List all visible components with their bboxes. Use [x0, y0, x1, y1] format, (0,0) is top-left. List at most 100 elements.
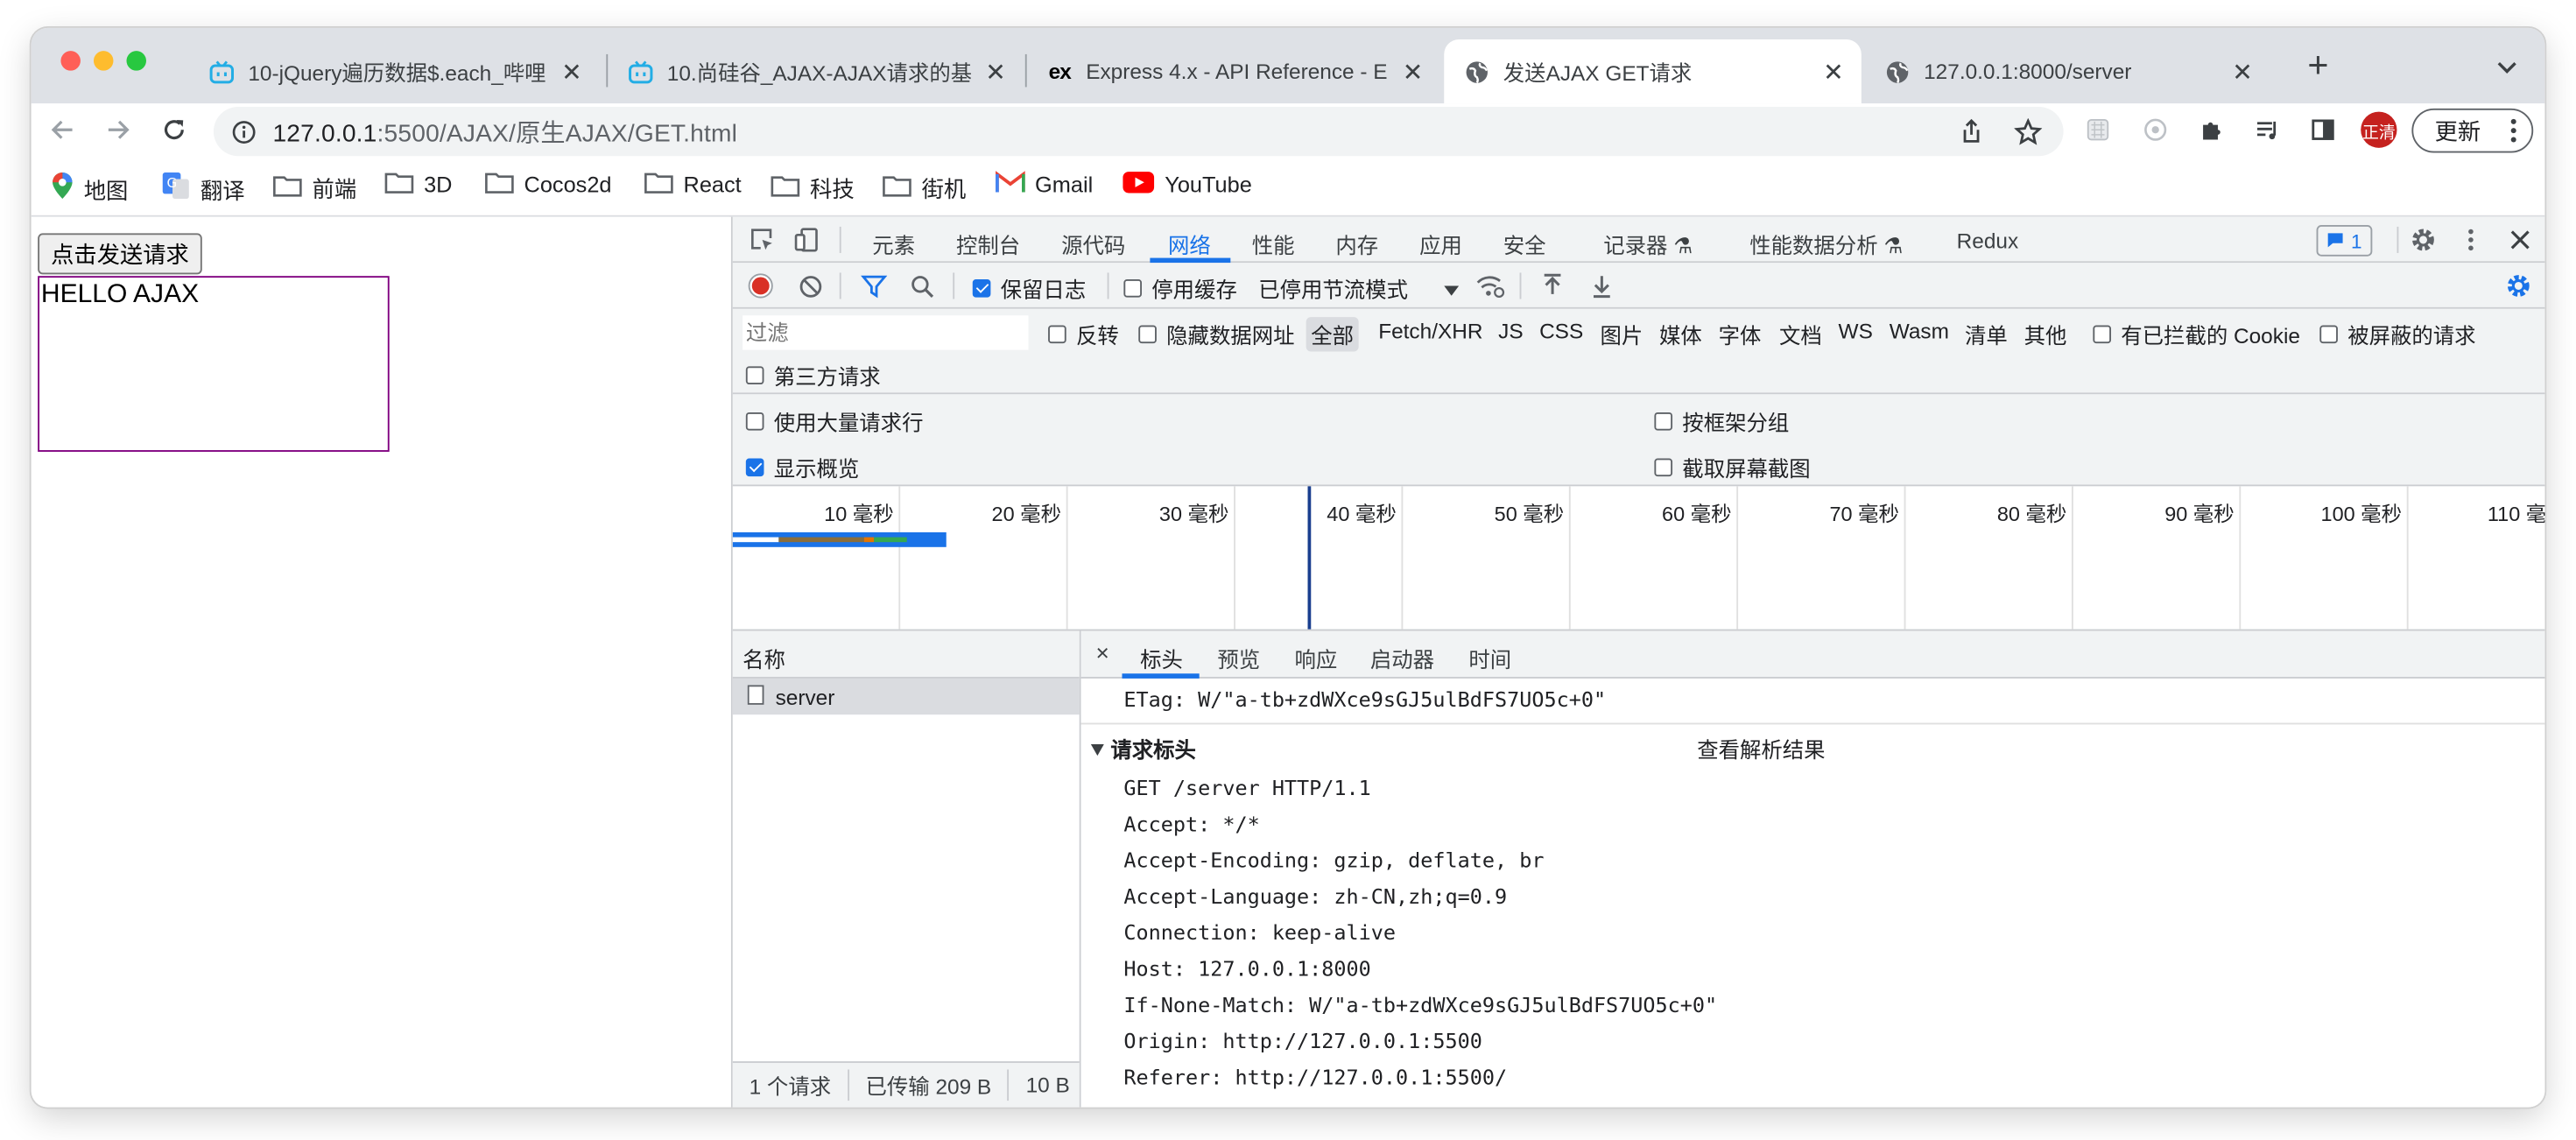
- minimize-window-button[interactable]: [93, 51, 114, 71]
- bookmark-maps[interactable]: 地图: [51, 171, 128, 205]
- reload-icon[interactable]: [158, 113, 191, 146]
- blocked-requests-checkbox[interactable]: 被屏蔽的请求: [2319, 319, 2476, 350]
- issues-badge[interactable]: 1: [2316, 225, 2372, 257]
- filter-type-img[interactable]: 图片: [1600, 319, 1643, 350]
- send-request-button[interactable]: 点击发送请求: [38, 233, 202, 275]
- group-by-frame-checkbox[interactable]: 按框架分组: [1654, 405, 1789, 437]
- bookmark-folder-frontend[interactable]: 前端: [272, 171, 356, 204]
- tab-memory[interactable]: 内存: [1335, 229, 1378, 260]
- preserve-log-checkbox[interactable]: 保留日志: [972, 272, 1086, 304]
- big-request-rows-checkbox[interactable]: 使用大量请求行: [745, 405, 923, 437]
- capture-screenshots-checkbox[interactable]: 截取屏幕截图: [1654, 452, 1811, 483]
- close-tab-icon[interactable]: ✕: [2231, 57, 2254, 87]
- filter-type-other[interactable]: 其他: [2024, 319, 2067, 350]
- tab-response[interactable]: 响应: [1295, 643, 1338, 674]
- request-row-server[interactable]: server: [732, 678, 1080, 715]
- network-settings-gear-icon[interactable]: [2502, 270, 2536, 303]
- close-window-button[interactable]: [60, 51, 81, 71]
- filter-type-all[interactable]: 全部: [1306, 317, 1359, 352]
- bookmark-folder-cocos2d[interactable]: Cocos2d: [485, 171, 612, 199]
- close-tab-icon[interactable]: ✕: [984, 57, 1007, 87]
- filter-type-css[interactable]: CSS: [1539, 319, 1583, 343]
- bookmark-youtube[interactable]: YouTube: [1122, 171, 1252, 199]
- tab-5[interactable]: 127.0.0.1:8000/server ✕: [1865, 39, 2270, 103]
- export-har-icon[interactable]: [1586, 270, 1619, 303]
- close-tab-icon[interactable]: ✕: [1401, 57, 1424, 87]
- filter-type-fetch-xhr[interactable]: Fetch/XHR: [1378, 319, 1482, 343]
- back-arrow-icon[interactable]: [46, 113, 80, 146]
- device-toolbar-icon[interactable]: [790, 223, 823, 257]
- tab-2[interactable]: 10.尚硅谷_AJAX-AJAX请求的基 ✕: [608, 39, 1024, 103]
- disable-cache-checkbox[interactable]: 停用缓存: [1123, 272, 1237, 304]
- filter-type-font[interactable]: 字体: [1719, 319, 1762, 350]
- tab-application[interactable]: 应用: [1419, 229, 1462, 260]
- gear-icon[interactable]: [2407, 223, 2440, 257]
- tab-sources[interactable]: 源代码: [1061, 229, 1125, 260]
- close-tab-icon[interactable]: ✕: [560, 57, 583, 87]
- bookmark-star-icon[interactable]: [2011, 115, 2045, 148]
- close-details-icon[interactable]: ×: [1095, 639, 1109, 665]
- filter-type-doc[interactable]: 文档: [1779, 319, 1822, 350]
- close-tab-icon[interactable]: ✕: [1822, 57, 1845, 87]
- filter-type-media[interactable]: 媒体: [1659, 319, 1702, 350]
- close-devtools-icon[interactable]: [2503, 223, 2537, 257]
- bookmark-folder-arcade[interactable]: 街机: [883, 171, 966, 204]
- puzzle-extensions-icon[interactable]: [2195, 113, 2228, 146]
- tab-4-active[interactable]: 发送AJAX GET请求 ✕: [1444, 39, 1862, 104]
- tab-3[interactable]: ex Express 4.x - API Reference - E ✕: [1027, 39, 1441, 103]
- extension-icon-2[interactable]: [2139, 113, 2172, 146]
- tab-recorder[interactable]: 记录器 ⚗: [1603, 229, 1693, 260]
- hide-data-urls-checkbox[interactable]: 隐藏数据网址: [1138, 319, 1295, 350]
- filter-type-ws[interactable]: WS: [1839, 319, 1873, 343]
- tab-headers[interactable]: 标头: [1140, 643, 1183, 674]
- throttling-select[interactable]: 已停用节流模式: [1258, 272, 1460, 304]
- tab-preview[interactable]: 预览: [1217, 643, 1260, 674]
- bookmark-folder-3d[interactable]: 3D: [384, 171, 452, 199]
- bookmark-folder-react[interactable]: React: [644, 171, 742, 199]
- record-button[interactable]: [744, 270, 778, 303]
- media-playlist-icon[interactable]: [2250, 113, 2284, 146]
- filter-input[interactable]: [743, 315, 1029, 350]
- share-icon[interactable]: [1955, 115, 1988, 148]
- address-bar[interactable]: 127.0.0.1:5500/AJAX/原生AJAX/GET.html: [213, 106, 2064, 157]
- info-icon[interactable]: [232, 119, 257, 144]
- show-overview-checkbox[interactable]: 显示概览: [745, 452, 859, 483]
- tab-redux[interactable]: Redux: [1957, 229, 2019, 253]
- side-panel-icon[interactable]: [2306, 113, 2340, 146]
- bookmark-translate[interactable]: G 翻译: [161, 171, 245, 205]
- filter-type-wasm[interactable]: Wasm: [1890, 319, 1949, 343]
- import-har-icon[interactable]: [1536, 270, 1569, 303]
- inspect-element-icon[interactable]: [746, 223, 779, 257]
- filter-type-manifest[interactable]: 清单: [1965, 319, 2008, 350]
- new-tab-button[interactable]: +: [2302, 45, 2335, 86]
- tab-performance[interactable]: 性能: [1252, 229, 1295, 260]
- view-parsed-link[interactable]: 查看解析结果: [1697, 733, 1825, 764]
- network-conditions-icon[interactable]: [1474, 270, 1507, 303]
- profile-avatar[interactable]: 正清: [2361, 111, 2397, 148]
- forward-arrow-icon[interactable]: [102, 113, 135, 146]
- search-icon[interactable]: [905, 270, 939, 303]
- extension-icon-1[interactable]: [2081, 113, 2115, 146]
- tab-performance-insights[interactable]: 性能数据分析 ⚗: [1749, 229, 1903, 260]
- more-vert-icon[interactable]: [2454, 223, 2488, 257]
- tab-timing[interactable]: 时间: [1468, 643, 1511, 674]
- tab-1[interactable]: 10-jQuery遍历数据$.each_哔哩 ✕: [189, 39, 600, 103]
- tab-elements[interactable]: 元素: [872, 229, 915, 260]
- update-button[interactable]: 更新: [2411, 108, 2534, 153]
- tab-network[interactable]: 网络: [1168, 229, 1211, 260]
- filter-type-js[interactable]: JS: [1498, 319, 1523, 343]
- invert-checkbox[interactable]: 反转: [1048, 319, 1119, 350]
- third-party-checkbox[interactable]: 第三方请求: [745, 360, 881, 391]
- tab-initiator[interactable]: 启动器: [1370, 643, 1434, 674]
- bookmark-folder-tech[interactable]: 科技: [771, 171, 855, 204]
- filter-icon[interactable]: [857, 270, 890, 303]
- blocked-cookies-checkbox[interactable]: 有已拦截的 Cookie: [2093, 319, 2300, 350]
- chevron-down-icon[interactable]: [2490, 51, 2523, 84]
- clear-icon[interactable]: [793, 270, 827, 303]
- maximize-window-button[interactable]: [126, 51, 146, 71]
- bookmark-gmail[interactable]: Gmail: [996, 171, 1093, 199]
- request-headers-toggle[interactable]: 请求标头: [1090, 733, 1196, 764]
- tab-console[interactable]: 控制台: [956, 229, 1020, 260]
- name-column-header[interactable]: 名称: [732, 630, 1080, 679]
- tab-security[interactable]: 安全: [1503, 229, 1546, 260]
